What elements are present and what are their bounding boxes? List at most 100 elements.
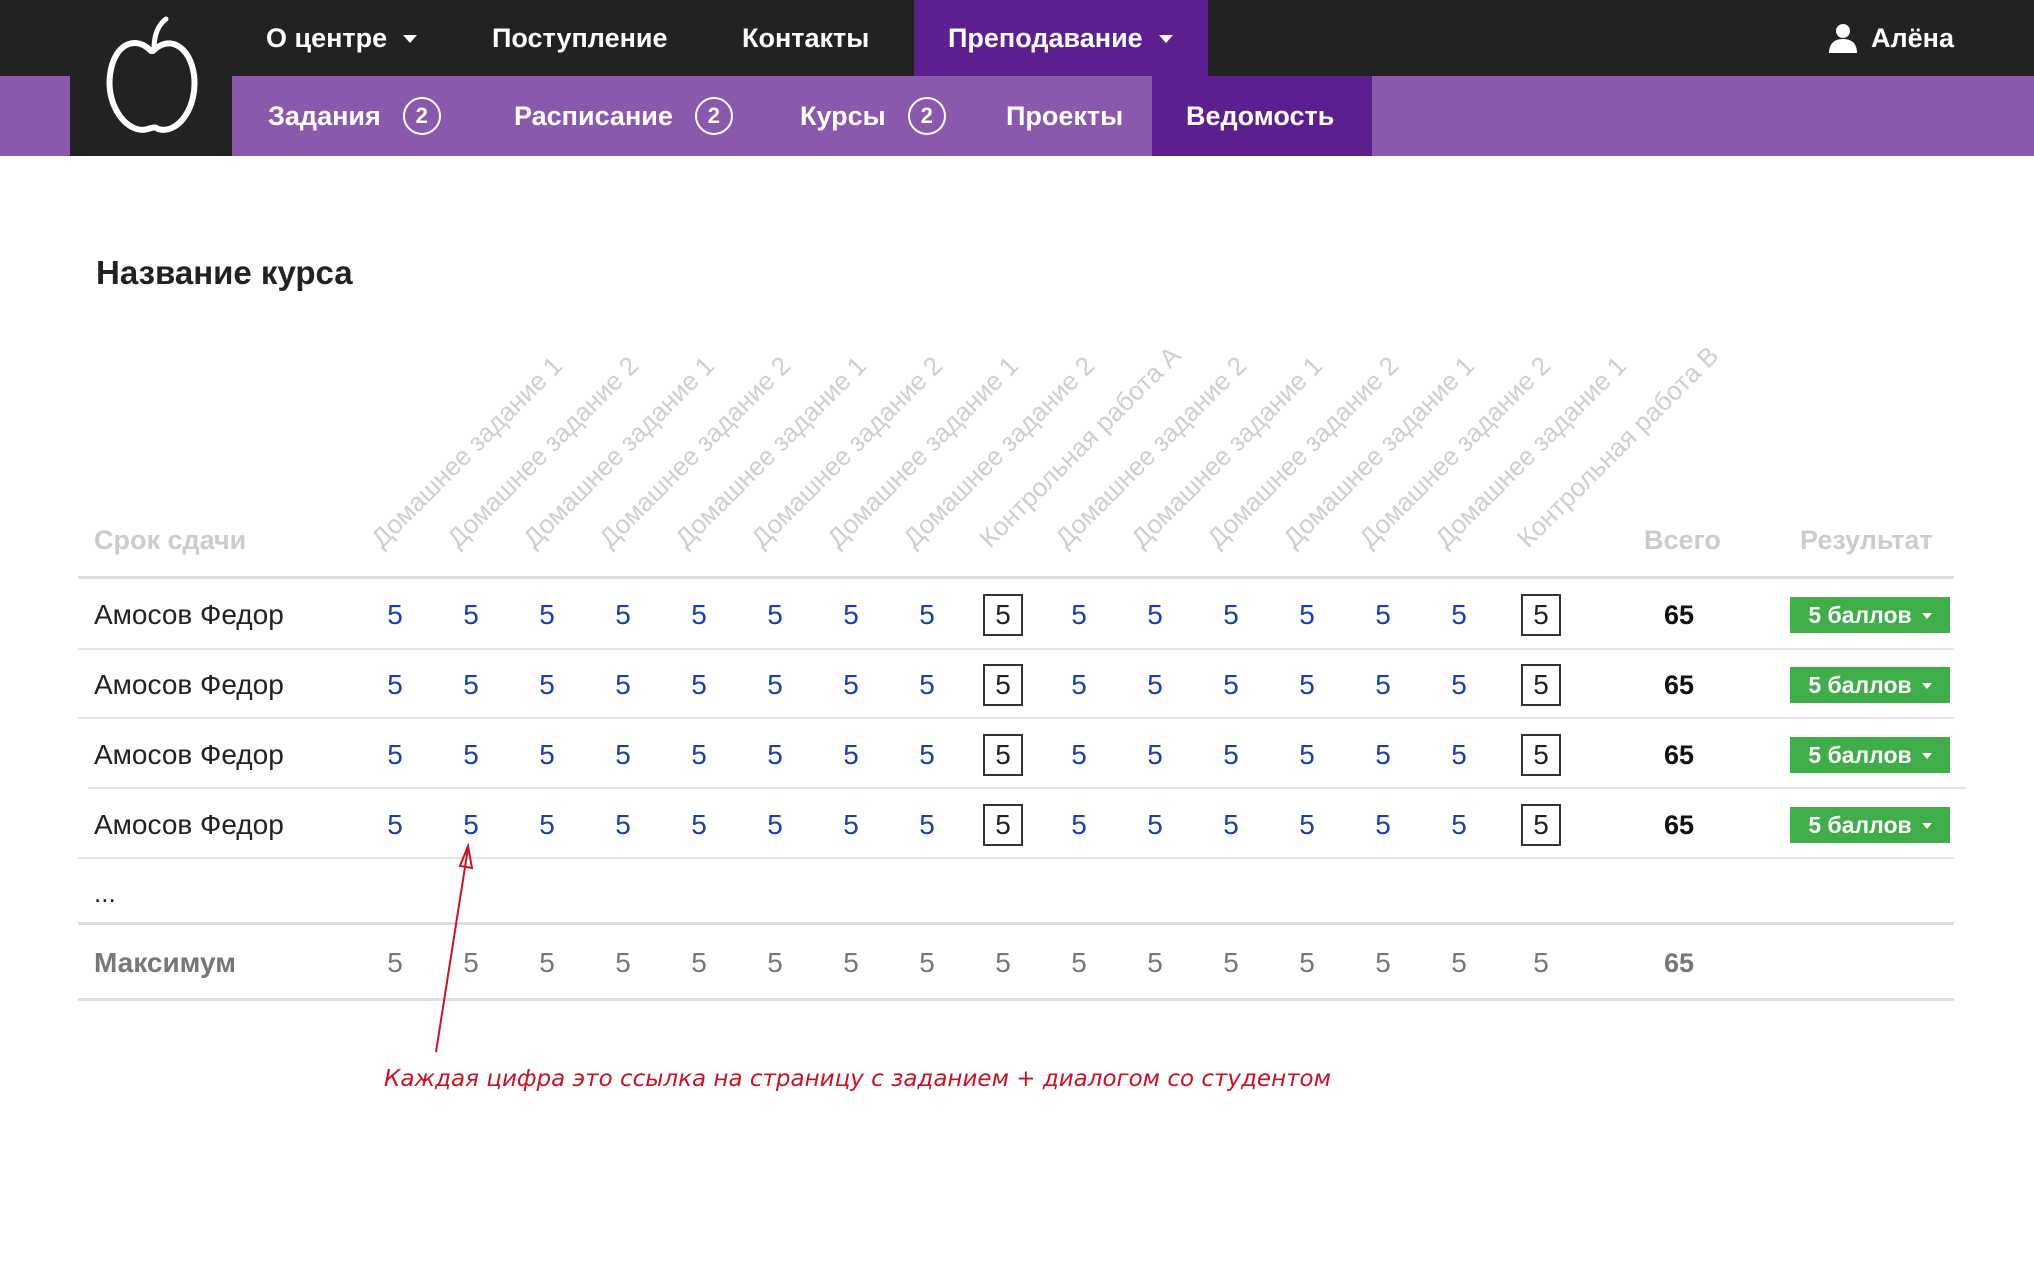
grade-link[interactable]: 5 [1201,650,1261,720]
grade-link[interactable]: 5 [441,720,501,790]
grade-link[interactable]: 5 [1277,720,1337,790]
grade-link[interactable]: 5 [1429,790,1489,860]
grade-link[interactable]: 5 [1353,720,1413,790]
grade-link[interactable]: 5 [1201,720,1261,790]
grade-link[interactable]: 5 [1201,790,1261,860]
chevron-down-icon [1921,823,1932,829]
grade-link[interactable]: 5 [821,720,881,790]
grade-link[interactable]: 5 [1353,650,1413,720]
grade-link[interactable]: 5 [897,580,957,650]
subnav-item-label: Расписание [514,100,673,131]
maximum-grade: 5 [1299,947,1315,978]
grade-link[interactable]: 5 [517,790,577,860]
grade-link[interactable]: 5 [593,790,653,860]
grade-input[interactable]: 5 [973,720,1033,790]
total-score: 65 [1663,809,1695,840]
grade-link[interactable]: 5 [1429,650,1489,720]
grade-link[interactable]: 5 [745,720,805,790]
header-divider [78,576,1954,579]
chevron-down-icon [1921,613,1932,619]
result-dropdown-button[interactable]: 5 баллов [1790,807,1950,843]
grade-link[interactable]: 5 [365,720,425,790]
nav-item-contacts[interactable]: Контакты [742,0,869,76]
grade-link[interactable]: 5 [1049,580,1109,650]
student-name: Амосов Федор [94,599,284,630]
grade-link[interactable]: 5 [1277,650,1337,720]
grade-link[interactable]: 5 [1429,720,1489,790]
grade-link[interactable]: 5 [669,580,729,650]
grade-input[interactable]: 5 [973,790,1033,860]
grade-link[interactable]: 5 [1201,580,1261,650]
grade-link[interactable]: 5 [1049,790,1109,860]
grade-link[interactable]: 5 [745,580,805,650]
grade-link[interactable]: 5 [593,580,653,650]
grade-link[interactable]: 5 [821,650,881,720]
grade-link[interactable]: 5 [593,650,653,720]
nav-item-label: Контакты [742,22,870,53]
grade-link[interactable]: 5 [517,580,577,650]
maximum-grade: 5 [995,947,1011,978]
maximum-grade: 5 [1375,947,1391,978]
grade-link[interactable]: 5 [745,650,805,720]
subnav-item-label: Ведомость [1186,100,1335,131]
result-dropdown-button[interactable]: 5 баллов [1790,597,1950,633]
grade-link[interactable]: 5 [441,790,501,860]
grade-input[interactable]: 5 [1511,580,1571,650]
nav-item-teaching[interactable]: Преподавание [914,0,1208,76]
grade-link[interactable]: 5 [669,650,729,720]
grade-input[interactable]: 5 [973,580,1033,650]
subnav-item-assignments[interactable]: Задания 2 [268,76,441,156]
result-label: 5 баллов [1808,741,1912,768]
grade-link[interactable]: 5 [897,720,957,790]
grade-input[interactable]: 5 [973,650,1033,720]
grade-link[interactable]: 5 [1125,790,1185,860]
grade-link[interactable]: 5 [745,790,805,860]
grade-link[interactable]: 5 [1125,720,1185,790]
grade-link[interactable]: 5 [1277,580,1337,650]
grade-link[interactable]: 5 [441,650,501,720]
nav-item-about[interactable]: О центре [266,0,418,76]
grade-link[interactable]: 5 [821,580,881,650]
page-title: Название курса [96,254,353,291]
grade-link[interactable]: 5 [1353,790,1413,860]
subnav-item-projects[interactable]: Проекты [1006,76,1123,156]
grade-link[interactable]: 5 [821,790,881,860]
user-menu[interactable]: Алёна [1829,0,1954,76]
maximum-grade: 5 [539,947,555,978]
subnav-item-courses[interactable]: Курсы 2 [800,76,946,156]
student-name: Амосов Федор [94,739,284,770]
nav-item-admission[interactable]: Поступление [492,0,668,76]
grade-link[interactable]: 5 [1429,580,1489,650]
grade-link[interactable]: 5 [517,720,577,790]
grade-link[interactable]: 5 [1049,720,1109,790]
result-dropdown-button[interactable]: 5 баллов [1790,737,1950,773]
grade-link[interactable]: 5 [1125,580,1185,650]
grade-link[interactable]: 5 [897,650,957,720]
result-dropdown-button[interactable]: 5 баллов [1790,667,1950,703]
grade-link[interactable]: 5 [669,790,729,860]
subnav-item-gradebook[interactable]: Ведомость [1152,76,1372,156]
grade-link[interactable]: 5 [441,580,501,650]
grade-input[interactable]: 5 [1511,720,1571,790]
grade-link[interactable]: 5 [1353,580,1413,650]
subnav-item-label: Проекты [1006,100,1124,131]
grade-link[interactable]: 5 [1049,650,1109,720]
table-bottom-divider [78,998,1954,1001]
grade-link[interactable]: 5 [593,720,653,790]
grade-link[interactable]: 5 [365,650,425,720]
grade-link[interactable]: 5 [897,790,957,860]
grade-link[interactable]: 5 [1277,790,1337,860]
grade-link[interactable]: 5 [365,790,425,860]
grade-input[interactable]: 5 [1511,790,1571,860]
grade-link[interactable]: 5 [517,650,577,720]
grade-link[interactable]: 5 [669,720,729,790]
annotation-note: Каждая цифра это ссылка на страницу с за… [384,1066,1331,1092]
table-row: Амосов Федор 5 5 5 5 5 5 5 5 5 5 5 5 5 5 5 5 65 5 баллов [0,790,2034,860]
maximum-label: Максимум [94,947,236,978]
grade-input[interactable]: 5 [1511,650,1571,720]
apple-logo-icon[interactable] [70,0,232,156]
grade-link[interactable]: 5 [365,580,425,650]
grade-link[interactable]: 5 [1125,650,1185,720]
subnav-item-schedule[interactable]: Расписание 2 [514,76,733,156]
student-name: Амосов Федор [94,669,284,700]
